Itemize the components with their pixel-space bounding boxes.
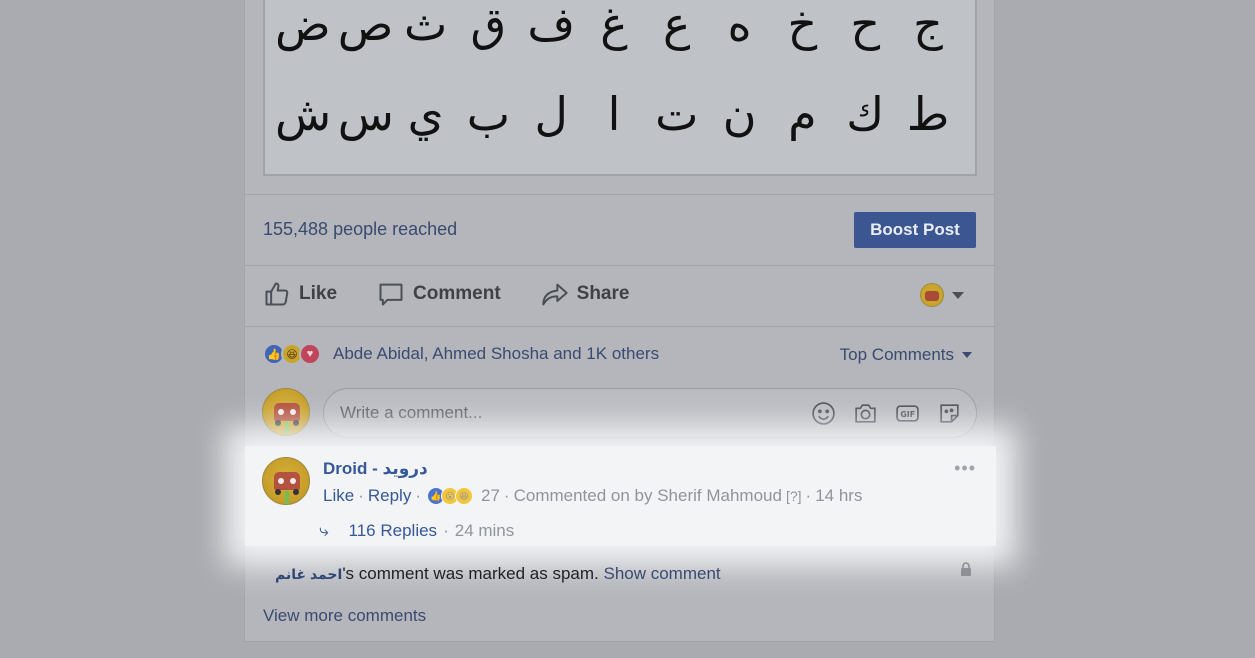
comment-reactions[interactable]: 👍 😮 😆 [427, 487, 473, 505]
letter: ا [607, 87, 621, 141]
letter: ب [466, 87, 511, 141]
commenter-avatar[interactable] [262, 457, 310, 505]
comment-composer: GIF [323, 388, 977, 438]
composer-tools: GIF [811, 401, 962, 426]
comment-meta: Like · Reply · 👍 😮 😆 27 · Commented on b… [323, 486, 862, 506]
comment-label: Comment [413, 283, 501, 304]
letter: خ [787, 0, 818, 51]
speech-bubble-icon [379, 283, 403, 306]
spam-author[interactable]: احمد غانم [275, 566, 342, 582]
people-reached[interactable]: 155,488 people reached [263, 219, 457, 240]
view-more-comments-link[interactable]: View more comments [263, 606, 426, 626]
chevron-down-icon [962, 352, 972, 358]
letter: ص [337, 0, 394, 51]
divider [245, 265, 994, 266]
like-label: Like [299, 283, 338, 304]
divider [245, 326, 994, 327]
letter: ش [275, 87, 332, 141]
separator: · [443, 521, 449, 540]
letter: غ [600, 0, 628, 51]
reaction-icons: 👍 😆 ♥ [263, 343, 321, 365]
comment-sort-dropdown[interactable]: Top Comments [840, 345, 972, 365]
page-avatar [920, 283, 944, 307]
letter: س [337, 87, 394, 141]
comment-time[interactable]: 14 hrs [815, 486, 862, 506]
spam-text: 's comment was marked as spam. [342, 564, 599, 583]
letter: ث [403, 0, 448, 51]
letter: ك [846, 87, 885, 141]
boost-post-button[interactable]: Boost Post [854, 212, 976, 248]
post-actions: Like Comment Share [263, 280, 629, 308]
share-label: Share [576, 283, 630, 304]
post-image[interactable]: ض ص ث ق ف غ ع ه خ ح ج ش س ي ب ل ا ت ن م … [263, 0, 977, 176]
spam-notice: احمد غانم's comment was marked as spam. … [275, 564, 721, 584]
letter: ط [906, 87, 950, 141]
show-comment-link[interactable]: Show comment [603, 564, 720, 583]
letter: ح [850, 0, 881, 51]
letter: ض [275, 0, 331, 51]
chevron-down-icon [952, 291, 964, 299]
replies-row: ⤷ 116 Replies · 24 mins [319, 521, 514, 541]
svg-text:GIF: GIF [900, 410, 915, 419]
sticker-icon[interactable] [937, 401, 962, 426]
letter: م [788, 87, 817, 141]
separator: · [503, 486, 510, 505]
post-card: ض ص ث ق ف غ ع ه خ ح ج ش س ي ب ل ا ت ن م … [244, 0, 996, 642]
letter: ع [663, 0, 691, 51]
letter: ق [470, 0, 507, 51]
letter: ج [913, 0, 943, 51]
comment-button[interactable]: Comment [377, 280, 501, 308]
separator: · [805, 486, 812, 505]
sort-label: Top Comments [839, 345, 954, 364]
love-reaction-icon: ♥ [299, 343, 321, 365]
separator: · [415, 486, 421, 505]
page-selector[interactable] [920, 283, 964, 307]
reactions-summary[interactable]: 👍 😆 ♥ Abde Abidal, Ahmed Shosha and 1K o… [263, 343, 659, 365]
view-replies-link[interactable]: 116 Replies [349, 521, 438, 541]
help-link[interactable]: [?] [786, 488, 802, 504]
comment-like-link[interactable]: Like [323, 486, 354, 506]
avatar[interactable] [262, 388, 310, 436]
letter: ت [655, 87, 699, 141]
letter: ه [727, 0, 752, 51]
letter: ن [722, 87, 757, 141]
replies-time: 24 mins [454, 521, 515, 540]
camera-icon[interactable] [853, 401, 878, 426]
comment-author[interactable]: Droid - درويد [323, 459, 428, 479]
reactors-text[interactable]: Abde Abidal, Ahmed Shosha and 1K others [333, 344, 659, 364]
letters-row-2: ش س ي ب ل ا ت ن م ك ط [265, 82, 975, 146]
share-button[interactable]: Share [541, 280, 630, 308]
emoji-icon[interactable] [811, 401, 836, 426]
comment-reply-link[interactable]: Reply [368, 486, 411, 506]
comment-input[interactable] [340, 389, 780, 437]
commented-on-text: Commented on by Sherif Mahmoud [513, 486, 782, 505]
letter: ل [534, 87, 568, 141]
like-button[interactable]: Like [263, 280, 337, 308]
letters-row-1: ض ص ث ق ف غ ع ه خ ح ج [265, 0, 975, 56]
more-options-icon[interactable]: ••• [954, 458, 976, 479]
letter: ف [527, 0, 576, 51]
divider [245, 194, 994, 195]
reply-arrow-icon: ⤷ [319, 521, 329, 540]
lock-icon [961, 562, 971, 576]
thumbs-up-icon [265, 282, 289, 306]
letter: ي [407, 87, 444, 141]
separator: · [358, 486, 364, 505]
share-arrow-icon [541, 283, 568, 306]
haha-reaction-icon: 😆 [455, 487, 473, 505]
reaction-count: 27 [481, 486, 500, 505]
gif-icon[interactable]: GIF [895, 401, 920, 426]
